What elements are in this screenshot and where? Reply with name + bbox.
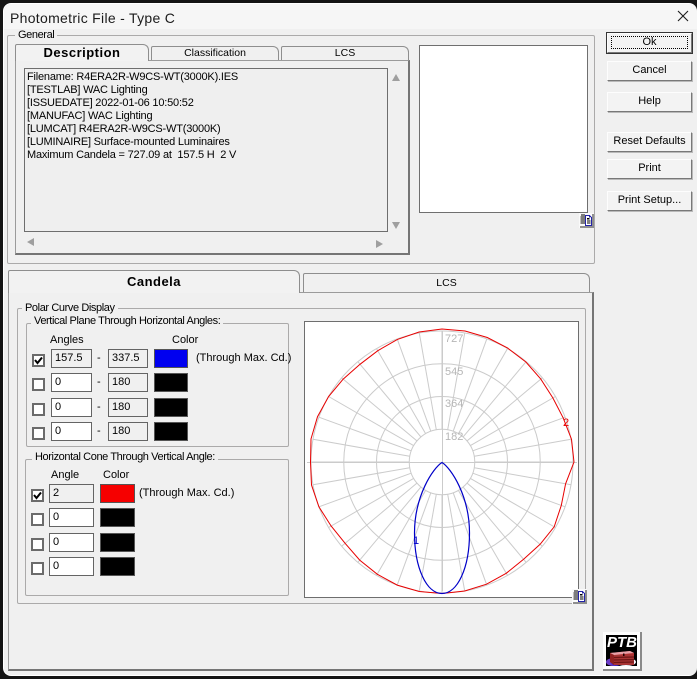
svg-text:182: 182 <box>445 431 463 443</box>
svg-text:727: 727 <box>445 333 463 345</box>
svg-text:545: 545 <box>445 366 463 378</box>
svg-text:2: 2 <box>563 417 569 429</box>
svg-text:1: 1 <box>413 535 419 547</box>
svg-text:364: 364 <box>445 398 463 410</box>
